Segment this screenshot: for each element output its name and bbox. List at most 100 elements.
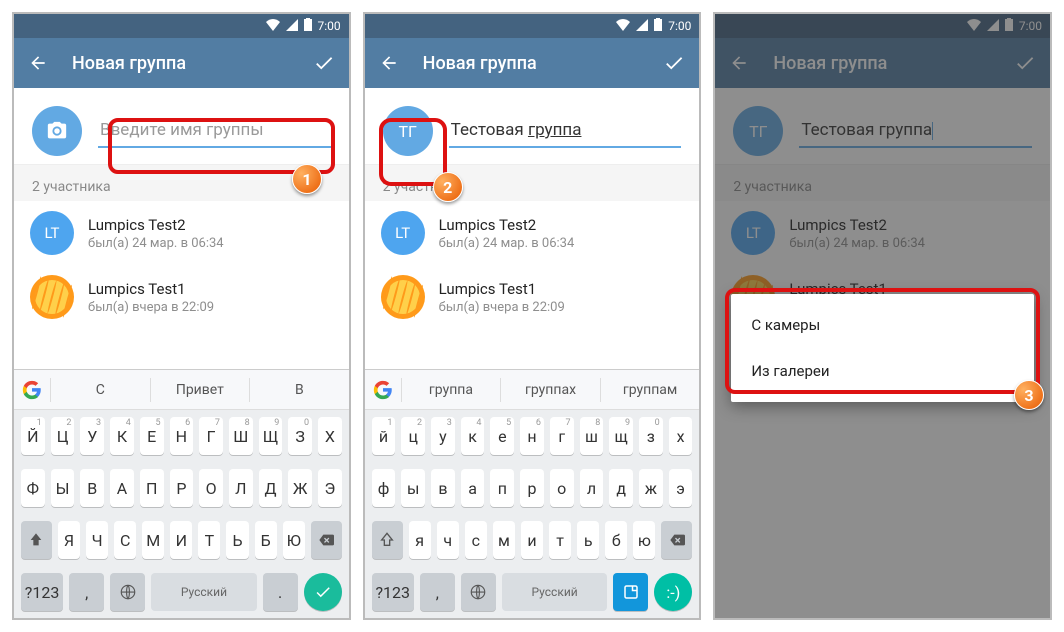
key[interactable]: л [580, 469, 604, 507]
key[interactable]: Ю [283, 521, 305, 559]
key[interactable]: Й1 [21, 417, 45, 455]
key[interactable]: ж [639, 469, 663, 507]
key[interactable]: П [140, 469, 164, 507]
shift-key[interactable] [372, 521, 403, 559]
key[interactable]: ф [372, 469, 396, 507]
key[interactable]: З0 [288, 417, 312, 455]
google-icon[interactable] [14, 380, 50, 400]
key[interactable]: К4 [110, 417, 134, 455]
key[interactable]: О [199, 469, 223, 507]
key[interactable]: ч [437, 521, 459, 559]
key[interactable]: у3 [431, 417, 455, 455]
key[interactable]: Л [229, 469, 253, 507]
key[interactable]: Х [318, 417, 342, 455]
group-photo-button[interactable]: ТГ [383, 106, 433, 156]
symbols-key[interactable]: ?123 [21, 573, 63, 611]
key[interactable]: Ч [86, 521, 108, 559]
suggestion[interactable]: В [249, 378, 349, 402]
emoji-key[interactable]: :-) [654, 573, 692, 611]
key[interactable]: в [431, 469, 455, 507]
member-row[interactable]: LT Lumpics Test2 был(а) 24 мар. в 06:34 [365, 201, 700, 265]
confirm-icon[interactable] [663, 52, 685, 74]
key[interactable]: и [521, 521, 543, 559]
key[interactable]: д [609, 469, 633, 507]
key[interactable]: м [493, 521, 515, 559]
key[interactable]: Т [198, 521, 220, 559]
back-icon[interactable] [379, 53, 399, 73]
key[interactable]: я [409, 521, 431, 559]
key[interactable]: Ж [288, 469, 312, 507]
key[interactable]: б [605, 521, 627, 559]
suggestion[interactable]: группах [500, 378, 600, 402]
key[interactable]: Ь [226, 521, 248, 559]
sticker-key[interactable] [613, 573, 648, 611]
key[interactable]: з0 [639, 417, 663, 455]
key[interactable]: п [490, 469, 514, 507]
key[interactable]: У3 [80, 417, 104, 455]
key[interactable]: ц2 [401, 417, 425, 455]
back-icon[interactable] [28, 53, 48, 73]
key[interactable]: А [110, 469, 134, 507]
language-key[interactable] [110, 573, 145, 611]
key[interactable]: а [461, 469, 485, 507]
key[interactable]: ш8 [580, 417, 604, 455]
member-row[interactable]: Lumpics Test1 был(а) вчера в 22:09 [14, 265, 349, 329]
key[interactable]: С [114, 521, 136, 559]
key[interactable]: р [520, 469, 544, 507]
group-name-input[interactable]: Тестовая группа [449, 114, 682, 148]
member-row[interactable]: LT Lumpics Test2 был(а) 24 мар. в 06:34 [14, 201, 349, 265]
key[interactable]: Э [318, 469, 342, 507]
period-key[interactable]: . [263, 573, 298, 611]
shift-key[interactable] [21, 521, 52, 559]
suggestion[interactable]: Привет [150, 378, 250, 402]
key[interactable]: В [80, 469, 104, 507]
key[interactable]: х [669, 417, 693, 455]
member-row[interactable]: Lumpics Test1 был(а) вчера в 22:09 [365, 265, 700, 329]
key[interactable]: Я [58, 521, 80, 559]
confirm-icon[interactable] [313, 52, 335, 74]
key[interactable]: с [465, 521, 487, 559]
key[interactable]: Б [255, 521, 277, 559]
suggestion[interactable]: С [50, 378, 150, 402]
comma-key[interactable]: , [420, 573, 455, 611]
spacebar[interactable]: Русский [151, 573, 256, 611]
key[interactable]: Г7 [199, 417, 223, 455]
key[interactable]: э [669, 469, 693, 507]
enter-key[interactable] [304, 573, 342, 611]
spacebar[interactable]: Русский [502, 573, 607, 611]
language-key[interactable] [461, 573, 496, 611]
key[interactable]: н6 [520, 417, 544, 455]
key[interactable]: Щ9 [259, 417, 283, 455]
group-name-input[interactable] [98, 114, 331, 148]
key[interactable]: т [549, 521, 571, 559]
key[interactable]: Д [259, 469, 283, 507]
key[interactable]: ю [633, 521, 655, 559]
key[interactable]: й1 [372, 417, 396, 455]
backspace-key[interactable] [311, 521, 342, 559]
key[interactable]: Ы [51, 469, 75, 507]
symbols-key[interactable]: ?123 [372, 573, 414, 611]
key[interactable]: ы [401, 469, 425, 507]
key[interactable]: Е5 [140, 417, 164, 455]
backspace-key[interactable] [661, 521, 692, 559]
key[interactable]: щ9 [609, 417, 633, 455]
key[interactable]: о [550, 469, 574, 507]
key[interactable]: Н6 [170, 417, 194, 455]
group-photo-button[interactable] [32, 106, 82, 156]
google-icon[interactable] [365, 380, 401, 400]
key[interactable]: Ш8 [229, 417, 253, 455]
key[interactable]: М [142, 521, 164, 559]
key[interactable]: ь [577, 521, 599, 559]
menu-item-gallery[interactable]: Из галереи [731, 348, 1034, 394]
key[interactable]: Ф [21, 469, 45, 507]
suggestion[interactable]: группам [600, 378, 700, 402]
key[interactable]: г7 [550, 417, 574, 455]
comma-key[interactable]: , [69, 573, 104, 611]
menu-item-camera[interactable]: С камеры [731, 302, 1034, 348]
key[interactable]: И [170, 521, 192, 559]
suggestion[interactable]: группа [401, 378, 501, 402]
key[interactable]: к4 [461, 417, 485, 455]
key[interactable]: Ц2 [51, 417, 75, 455]
key[interactable]: Р [170, 469, 194, 507]
key[interactable]: е5 [490, 417, 514, 455]
